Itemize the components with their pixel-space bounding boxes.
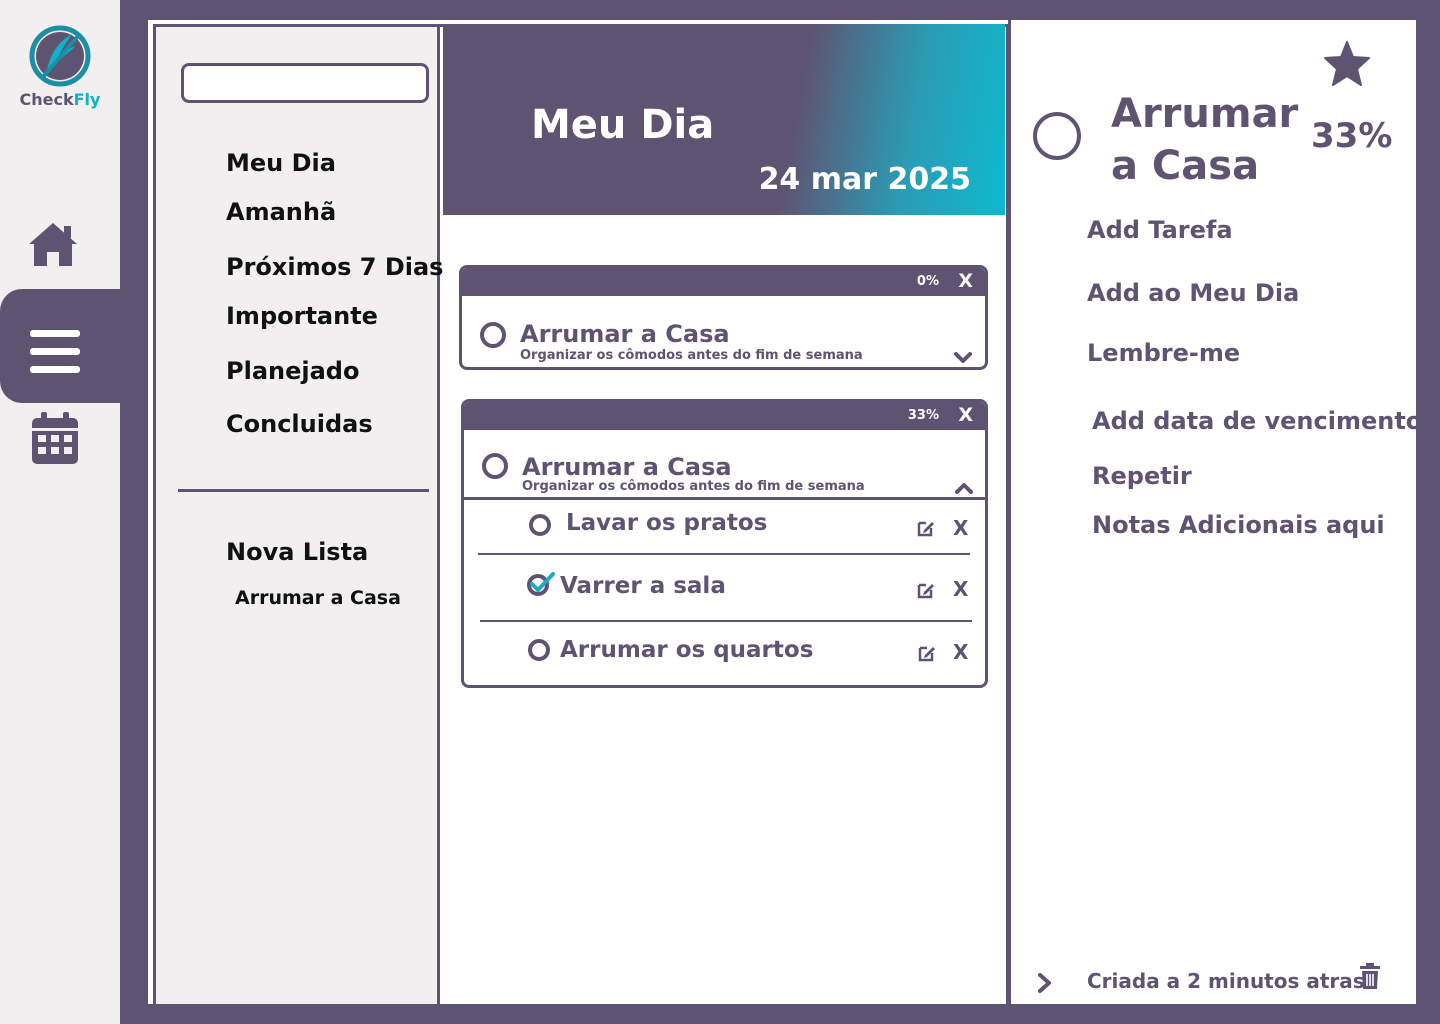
sidebar-item-concluidas[interactable]: Concluidas xyxy=(226,410,373,438)
repeat-button[interactable]: Repetir xyxy=(1092,462,1192,490)
add-to-my-day-button[interactable]: Add ao Meu Dia xyxy=(1087,279,1299,307)
close-card-button[interactable]: X xyxy=(958,404,973,426)
menu-bar xyxy=(30,330,80,337)
icon-rail: CheckFly xyxy=(0,0,120,1024)
sidebar-item-importante[interactable]: Importante xyxy=(226,302,378,330)
subtask-item: Varrer a sala X xyxy=(464,558,985,618)
created-timestamp: Criada a 2 minutos atras xyxy=(1087,969,1365,993)
subtask-item: Arrumar os quartos X xyxy=(464,625,985,685)
sidebar: Meu Dia Amanhã Próximos 7 Dias Important… xyxy=(156,27,443,1004)
edit-icon[interactable] xyxy=(916,518,936,538)
subtask-label: Lavar os pratos xyxy=(566,510,768,536)
sidebar-item-meu-dia[interactable]: Meu Dia xyxy=(226,149,336,177)
logo-emblem-icon xyxy=(29,25,91,87)
chevron-right-icon[interactable] xyxy=(1037,972,1053,994)
detail-progress: 33% xyxy=(1311,116,1393,156)
task-complete-checkbox[interactable] xyxy=(482,453,508,479)
chevron-down-icon[interactable] xyxy=(954,352,972,364)
task-complete-checkbox[interactable] xyxy=(1033,112,1081,160)
subtask-checkbox[interactable] xyxy=(528,639,550,661)
subtask-item: Lavar os pratos X xyxy=(464,500,985,560)
notes-field[interactable]: Notas Adicionais aqui xyxy=(1092,511,1385,539)
trash-icon[interactable] xyxy=(1359,962,1381,990)
task-card[interactable]: 33% X Arrumar a Casa Organizar os cômodo… xyxy=(461,399,988,688)
star-icon[interactable] xyxy=(1323,40,1371,88)
subtask-label: Varrer a sala xyxy=(560,573,726,599)
task-card-header: 33% X xyxy=(464,402,985,430)
detail-task-title[interactable]: Arrumar a Casa xyxy=(1111,88,1298,192)
task-detail-panel: Arrumar a Casa 33% Add Tarefa Add ao Meu… xyxy=(1008,20,1422,1004)
task-progress-label: 0% xyxy=(916,274,939,289)
chevron-up-icon[interactable] xyxy=(955,482,973,494)
day-banner: Meu Dia 24 mar 2025 xyxy=(443,24,1005,215)
delete-subtask-button[interactable]: X xyxy=(953,640,968,664)
list-item-arrumar-a-casa[interactable]: Arrumar a Casa xyxy=(235,587,401,609)
page-title: Meu Dia xyxy=(531,102,715,148)
edit-icon[interactable] xyxy=(916,580,936,600)
search-input[interactable] xyxy=(181,63,429,103)
task-progress-label: 33% xyxy=(907,408,939,423)
new-list-button[interactable]: Nova Lista xyxy=(226,538,368,566)
sidebar-item-planejado[interactable]: Planejado xyxy=(226,357,359,385)
menu-bar xyxy=(30,366,80,373)
task-title: Arrumar a Casa xyxy=(520,320,730,348)
sidebar-item-proximos-7-dias[interactable]: Próximos 7 Dias xyxy=(226,253,443,281)
delete-subtask-button[interactable]: X xyxy=(953,577,968,601)
edit-icon[interactable] xyxy=(917,643,937,663)
task-complete-checkbox[interactable] xyxy=(480,322,506,348)
current-date: 24 mar 2025 xyxy=(758,162,971,197)
delete-subtask-button[interactable]: X xyxy=(953,516,968,540)
task-description: Organizar os cômodos antes do fim de sem… xyxy=(520,348,863,363)
task-card-header: 0% X xyxy=(462,268,985,296)
close-card-button[interactable]: X xyxy=(958,270,973,292)
task-description: Organizar os cômodos antes do fim de sem… xyxy=(522,479,865,494)
menu-icon[interactable] xyxy=(0,289,120,403)
add-task-button[interactable]: Add Tarefa xyxy=(1087,216,1233,244)
task-card[interactable]: 0% X Arrumar a Casa Organizar os cômodos… xyxy=(459,265,988,370)
home-icon[interactable] xyxy=(26,220,80,270)
subtask-label: Arrumar os quartos xyxy=(560,637,814,663)
subtask-divider xyxy=(478,553,970,555)
checked-checkbox-icon[interactable] xyxy=(527,571,557,597)
sidebar-item-amanha[interactable]: Amanhã xyxy=(226,198,336,226)
menu-bar xyxy=(30,348,80,355)
subtask-divider xyxy=(480,620,972,622)
sidebar-divider xyxy=(178,489,429,492)
remind-me-button[interactable]: Lembre-me xyxy=(1087,339,1240,367)
calendar-icon[interactable] xyxy=(30,410,80,466)
subtask-checkbox[interactable] xyxy=(529,514,551,536)
add-due-date-button[interactable]: Add data de vencimento xyxy=(1092,407,1422,435)
app-logo[interactable]: CheckFly xyxy=(14,24,106,109)
task-title: Arrumar a Casa xyxy=(522,453,732,481)
logo-wordmark: CheckFly xyxy=(19,90,101,109)
